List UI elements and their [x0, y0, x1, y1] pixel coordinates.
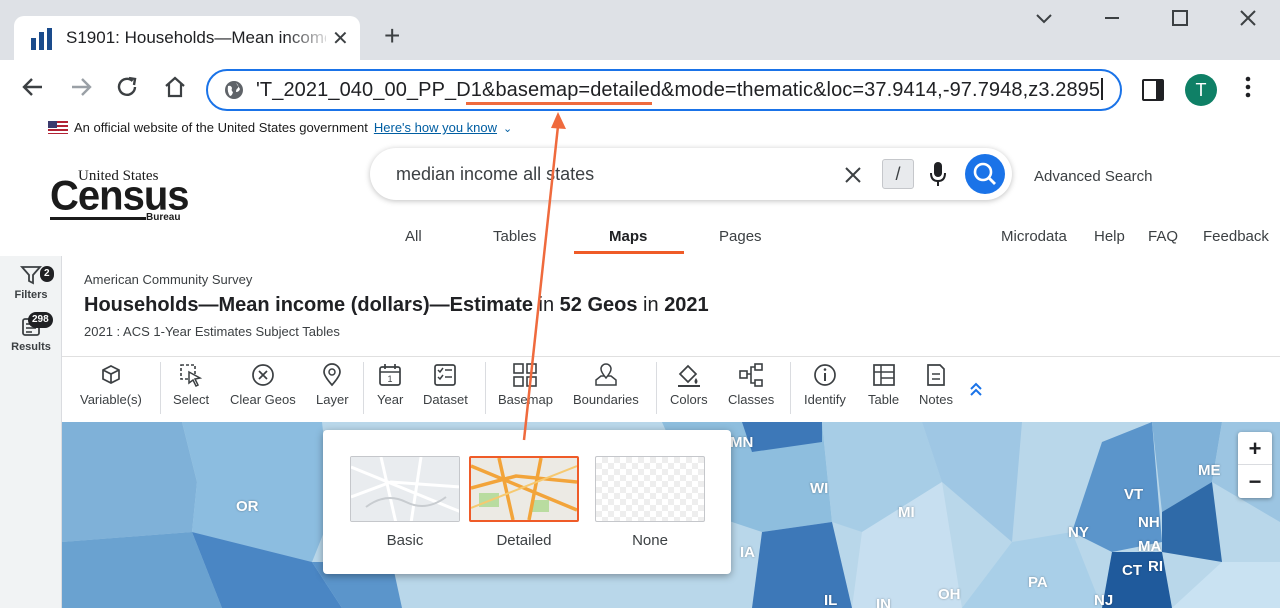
annotation-arrow [522, 112, 566, 441]
